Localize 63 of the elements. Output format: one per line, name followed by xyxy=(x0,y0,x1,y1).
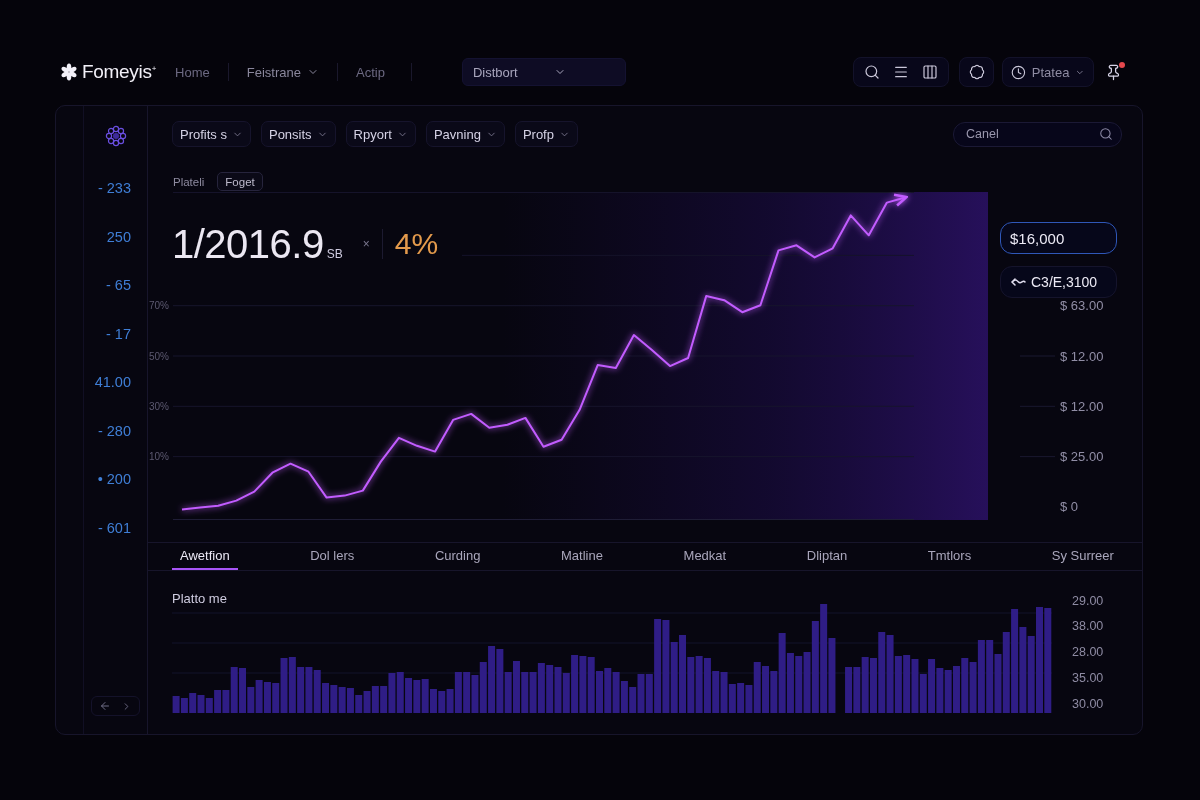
nav-link[interactable]: Actip xyxy=(355,64,385,80)
chart-title: Platto me xyxy=(172,591,227,607)
clock-icon xyxy=(1011,63,1026,81)
pill-text: C3/E,3100 xyxy=(1031,274,1098,290)
search-field[interactable]: Canel xyxy=(953,121,1122,147)
sidebar-value: - 233 xyxy=(97,179,131,198)
axis-label: $ 63.00 xyxy=(1060,298,1104,314)
sidebar-value: 41.00 xyxy=(94,373,131,392)
tab[interactable]: Sy Surreer xyxy=(1043,543,1122,570)
sidebar-value: - 601 xyxy=(97,518,131,538)
tab[interactable]: Dol lers xyxy=(302,543,363,570)
sidebar-value: - 65 xyxy=(106,276,131,295)
axis-label: 70% xyxy=(149,300,169,312)
tab[interactable]: Matline xyxy=(553,543,611,570)
search-icon[interactable] xyxy=(864,64,880,80)
axis-label: 38.00 xyxy=(1072,619,1104,634)
axis-label: $ 25.00 xyxy=(1060,449,1104,465)
pin-icon[interactable] xyxy=(1105,63,1122,81)
view-toggle[interactable]: Plateli xyxy=(172,172,206,191)
mandala-icon[interactable] xyxy=(104,125,127,147)
filter-dropdown[interactable]: Rpyort xyxy=(345,121,416,147)
axis-label: 50% xyxy=(149,350,169,362)
sidebar-value: - 17 xyxy=(106,324,131,344)
axis-label: 30.00 xyxy=(1072,696,1104,711)
tab[interactable]: Medkat xyxy=(675,543,735,570)
squiggle-arrow-icon xyxy=(1010,276,1026,288)
menu-icon[interactable] xyxy=(893,64,909,80)
filter-dropdown[interactable]: Profp xyxy=(514,121,578,147)
columns-icon[interactable] xyxy=(922,64,938,80)
nav-link[interactable]: Home xyxy=(175,64,210,80)
filter-dropdown[interactable]: Pavning xyxy=(425,121,505,147)
search-icon[interactable] xyxy=(1099,126,1113,141)
tab[interactable]: Curding xyxy=(426,543,489,570)
sidebar-value: - 280 xyxy=(97,421,131,441)
dropdown-button[interactable]: Distbort xyxy=(461,58,626,86)
brand-name: Fomeyis$^{+}$ xyxy=(82,61,157,83)
badge-button[interactable] xyxy=(959,57,994,87)
change-percent: 4% xyxy=(394,229,439,259)
pill-text: $16,000 xyxy=(1010,229,1065,247)
flower-icon xyxy=(60,63,78,81)
axis-label: 10% xyxy=(149,451,169,463)
close-button[interactable]: × xyxy=(362,237,370,251)
tab[interactable]: Dliptan xyxy=(798,543,856,570)
axis-label: $ 0 xyxy=(1060,499,1079,515)
filter-dropdown[interactable]: Profits s xyxy=(172,121,251,147)
metric-value: 1/2016.9 xyxy=(172,224,324,264)
tab[interactable]: Awetfion xyxy=(172,543,238,570)
axis-label: 28.00 xyxy=(1072,645,1104,659)
tab[interactable]: Tmtlors xyxy=(919,543,980,570)
sidebar-value: • 200 xyxy=(97,470,131,489)
arrow-left-icon[interactable] xyxy=(99,700,111,712)
filter-dropdown[interactable]: Ponsits xyxy=(260,121,336,147)
badge-icon xyxy=(968,64,985,80)
axis-label: 30% xyxy=(149,400,169,412)
nav-link[interactable]: Feistrane xyxy=(246,64,319,80)
axis-label: $ 12.00 xyxy=(1060,398,1104,414)
profile-menu-button[interactable]: Ptatea xyxy=(1002,57,1094,87)
unit-label: SB xyxy=(326,247,343,261)
sidebar-value: 250 xyxy=(106,227,131,247)
axis-label: $ 12.00 xyxy=(1060,348,1104,364)
axis-label: 35.00 xyxy=(1072,670,1104,685)
axis-label: 29.00 xyxy=(1072,593,1104,608)
view-toggle[interactable]: Foget xyxy=(217,172,263,191)
